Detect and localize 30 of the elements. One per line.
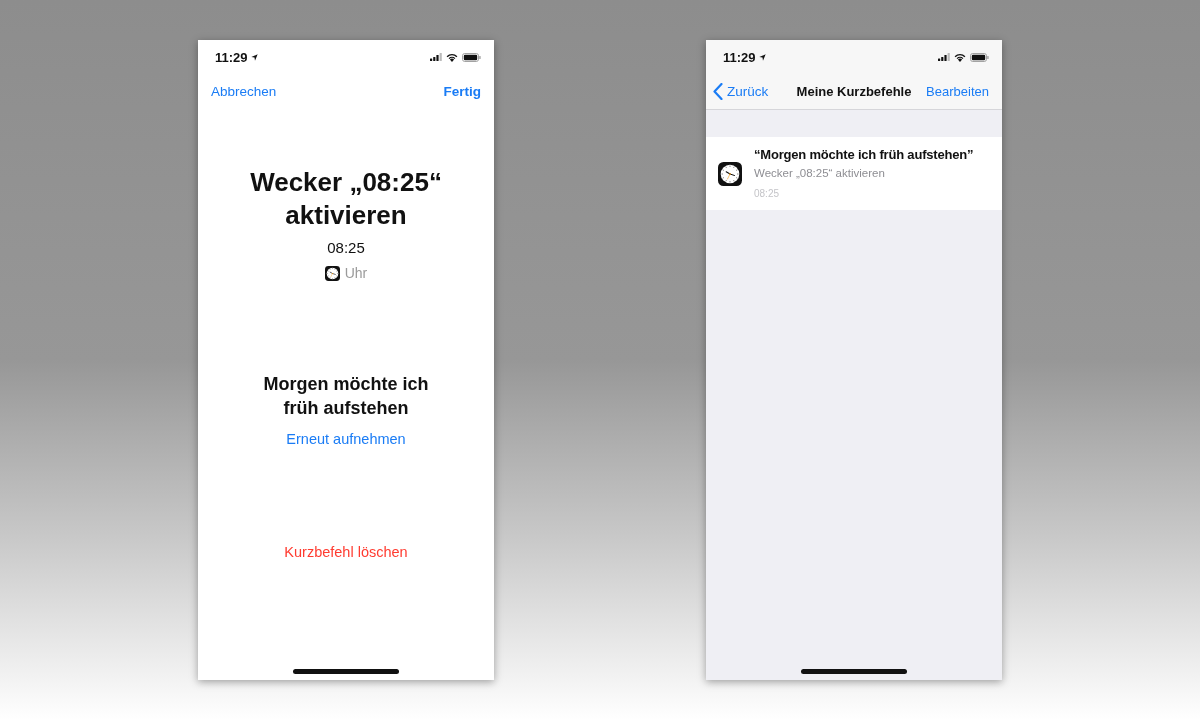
edit-button[interactable]: Bearbeiten xyxy=(926,85,989,98)
done-button[interactable]: Fertig xyxy=(443,85,481,99)
shortcut-time: 08:25 xyxy=(754,187,781,201)
shortcut-phrase: “Morgen möchte ich früh aufstehen” xyxy=(754,146,974,164)
cancel-button[interactable]: Abbrechen xyxy=(211,85,277,99)
wifi-icon xyxy=(446,52,458,62)
battery-icon xyxy=(462,52,481,62)
signal-icon xyxy=(938,53,950,61)
action-time: 08:25 xyxy=(327,238,365,258)
shortcut-action: Wecker „08:25“ aktivieren xyxy=(754,166,886,181)
status-time: 11:29 xyxy=(723,50,756,64)
home-indicator[interactable] xyxy=(293,669,399,674)
chevron-left-icon xyxy=(713,83,723,100)
home-indicator[interactable] xyxy=(801,669,907,674)
spoken-phrase: Morgen möchte ich früh aufstehen xyxy=(262,373,430,420)
screen-title: Meine Kurzbefehle xyxy=(796,85,912,98)
battery-icon xyxy=(970,52,989,62)
app-name: Uhr xyxy=(344,264,368,283)
back-button[interactable]: Zurück xyxy=(713,83,769,100)
action-title: Wecker „08:25“ aktivieren xyxy=(249,166,443,232)
clock-icon xyxy=(324,265,340,281)
clock-icon xyxy=(718,161,742,186)
signal-icon xyxy=(430,53,442,61)
delete-shortcut-link[interactable]: Kurzbefehl löschen xyxy=(284,542,408,562)
status-time: 11:29 xyxy=(215,50,248,64)
wifi-icon xyxy=(954,52,966,62)
location-arrow-icon xyxy=(758,53,766,61)
shortcut-row[interactable]: “Morgen möchte ich früh aufstehen” Wecker „08:25“ aktivieren 08:25 xyxy=(706,137,1002,210)
location-arrow-icon xyxy=(250,53,258,61)
rerecord-link[interactable]: Erneut aufnehmen xyxy=(286,429,406,449)
